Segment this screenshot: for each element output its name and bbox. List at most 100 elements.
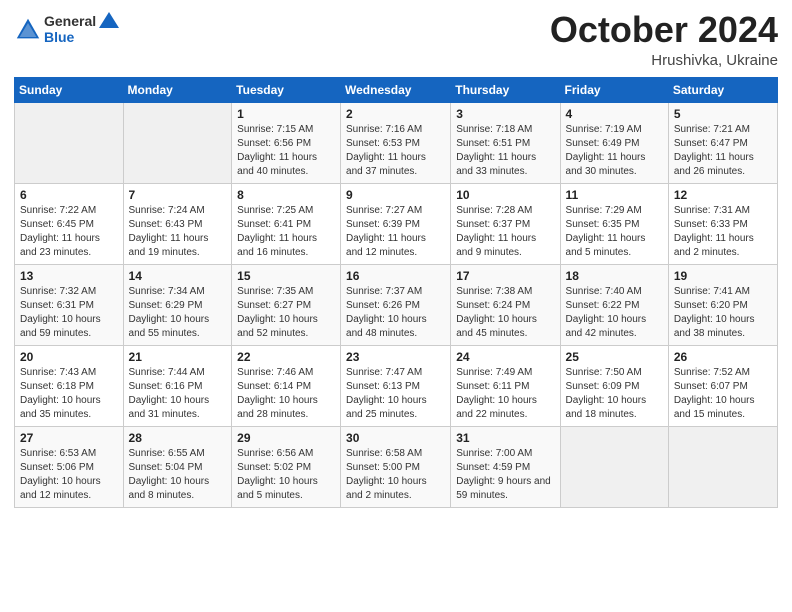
day-number: 24 [456, 350, 554, 364]
day-number: 11 [566, 188, 663, 202]
day-number: 23 [346, 350, 445, 364]
day-number: 15 [237, 269, 335, 283]
day-info: Sunrise: 7:16 AMSunset: 6:53 PMDaylight:… [346, 123, 445, 179]
day-number: 18 [566, 269, 663, 283]
day-info: Sunrise: 6:58 AMSunset: 5:00 PMDaylight:… [346, 447, 445, 503]
title-location: Hrushivka, Ukraine [550, 52, 778, 69]
day-info: Sunrise: 7:19 AMSunset: 6:49 PMDaylight:… [566, 123, 663, 179]
page: General Blue October 2024 Hrushivka, Ukr… [0, 0, 792, 612]
calendar-cell: 3 Sunrise: 7:18 AMSunset: 6:51 PMDaylight… [451, 102, 560, 183]
calendar-cell: 15 Sunrise: 7:35 AMSunset: 6:27 PMDayligh… [232, 264, 341, 345]
calendar-cell: 19Sunrise: 7:41 AMSunset: 6:20 PMDayligh… [668, 264, 777, 345]
col-thursday: Thursday [451, 77, 560, 102]
calendar-cell: 11 Sunrise: 7:29 AMSunset: 6:35 PMDayligh… [560, 183, 668, 264]
calendar-cell: 12Sunrise: 7:31 AMSunset: 6:33 PMDayligh… [668, 183, 777, 264]
col-tuesday: Tuesday [232, 77, 341, 102]
calendar: Sunday Monday Tuesday Wednesday Thursday… [14, 77, 778, 508]
calendar-cell [15, 102, 124, 183]
title-block: October 2024 Hrushivka, Ukraine [550, 10, 778, 69]
day-number: 1 [237, 107, 335, 121]
day-number: 25 [566, 350, 663, 364]
day-info: Sunrise: 7:18 AMSunset: 6:51 PMDaylight:… [456, 123, 554, 179]
day-info: Sunrise: 7:32 AMSunset: 6:31 PMDaylight:… [20, 285, 118, 341]
day-number: 26 [674, 350, 772, 364]
calendar-cell [123, 102, 232, 183]
day-number: 31 [456, 431, 554, 445]
day-number: 22 [237, 350, 335, 364]
day-number: 28 [129, 431, 227, 445]
week-row-2: 13 Sunrise: 7:32 AMSunset: 6:31 PMDayligh… [15, 264, 778, 345]
day-number: 3 [456, 107, 554, 121]
day-info: Sunrise: 7:24 AMSunset: 6:43 PMDaylight:… [129, 204, 227, 260]
calendar-cell: 9Sunrise: 7:27 AMSunset: 6:39 PMDaylight… [341, 183, 451, 264]
svg-text:Blue: Blue [44, 29, 75, 45]
calendar-cell: 10 Sunrise: 7:28 AMSunset: 6:37 PMDayligh… [451, 183, 560, 264]
day-number: 17 [456, 269, 554, 283]
day-number: 10 [456, 188, 554, 202]
day-number: 29 [237, 431, 335, 445]
day-number: 21 [129, 350, 227, 364]
calendar-cell: 31Sunrise: 7:00 AMSunset: 4:59 PMDayligh… [451, 426, 560, 507]
week-row-1: 6 Sunrise: 7:22 AMSunset: 6:45 PMDaylight… [15, 183, 778, 264]
day-number: 20 [20, 350, 118, 364]
day-info: Sunrise: 7:49 AMSunset: 6:11 PMDaylight:… [456, 366, 554, 422]
day-number: 7 [129, 188, 227, 202]
calendar-cell: 17 Sunrise: 7:38 AMSunset: 6:24 PMDayligh… [451, 264, 560, 345]
calendar-cell: 8 Sunrise: 7:25 AMSunset: 6:41 PMDaylight… [232, 183, 341, 264]
day-info: Sunrise: 7:31 AMSunset: 6:33 PMDaylight:… [674, 204, 772, 260]
calendar-cell: 27Sunrise: 6:53 AMSunset: 5:06 PMDayligh… [15, 426, 124, 507]
calendar-cell: 5Sunrise: 7:21 AMSunset: 6:47 PMDaylight… [668, 102, 777, 183]
calendar-cell: 30Sunrise: 6:58 AMSunset: 5:00 PMDayligh… [341, 426, 451, 507]
logo-svg: General Blue [44, 10, 124, 46]
day-number: 6 [20, 188, 118, 202]
calendar-cell [668, 426, 777, 507]
calendar-cell: 26Sunrise: 7:52 AMSunset: 6:07 PMDayligh… [668, 345, 777, 426]
logo-text: General Blue [44, 10, 124, 51]
calendar-cell: 20Sunrise: 7:43 AMSunset: 6:18 PMDayligh… [15, 345, 124, 426]
day-number: 4 [566, 107, 663, 121]
calendar-cell: 6 Sunrise: 7:22 AMSunset: 6:45 PMDaylight… [15, 183, 124, 264]
calendar-cell: 29 Sunrise: 6:56 AMSunset: 5:02 PMDayligh… [232, 426, 341, 507]
day-number: 27 [20, 431, 118, 445]
logo: General Blue [14, 10, 124, 51]
day-info: Sunrise: 7:28 AMSunset: 6:37 PMDaylight:… [456, 204, 554, 260]
calendar-cell: 2 Sunrise: 7:16 AMSunset: 6:53 PMDaylight… [341, 102, 451, 183]
calendar-cell: 13 Sunrise: 7:32 AMSunset: 6:31 PMDayligh… [15, 264, 124, 345]
calendar-cell: 24 Sunrise: 7:49 AMSunset: 6:11 PMDayligh… [451, 345, 560, 426]
calendar-cell: 21Sunrise: 7:44 AMSunset: 6:16 PMDayligh… [123, 345, 232, 426]
day-info: Sunrise: 7:21 AMSunset: 6:47 PMDaylight:… [674, 123, 772, 179]
day-info: Sunrise: 6:55 AMSunset: 5:04 PMDaylight:… [129, 447, 227, 503]
day-info: Sunrise: 7:29 AMSunset: 6:35 PMDaylight:… [566, 204, 663, 260]
calendar-cell: 22Sunrise: 7:46 AMSunset: 6:14 PMDayligh… [232, 345, 341, 426]
day-info: Sunrise: 7:22 AMSunset: 6:45 PMDaylight:… [20, 204, 118, 260]
calendar-cell: 28 Sunrise: 6:55 AMSunset: 5:04 PMDayligh… [123, 426, 232, 507]
day-info: Sunrise: 7:40 AMSunset: 6:22 PMDaylight:… [566, 285, 663, 341]
day-number: 13 [20, 269, 118, 283]
day-info: Sunrise: 7:35 AMSunset: 6:27 PMDaylight:… [237, 285, 335, 341]
svg-text:General: General [44, 13, 96, 29]
week-row-3: 20Sunrise: 7:43 AMSunset: 6:18 PMDayligh… [15, 345, 778, 426]
calendar-cell: 18 Sunrise: 7:40 AMSunset: 6:22 PMDayligh… [560, 264, 668, 345]
day-number: 14 [129, 269, 227, 283]
calendar-cell: 25 Sunrise: 7:50 AMSunset: 6:09 PMDayligh… [560, 345, 668, 426]
day-info: Sunrise: 7:25 AMSunset: 6:41 PMDaylight:… [237, 204, 335, 260]
day-number: 8 [237, 188, 335, 202]
calendar-cell: 16Sunrise: 7:37 AMSunset: 6:26 PMDayligh… [341, 264, 451, 345]
day-info: Sunrise: 7:50 AMSunset: 6:09 PMDaylight:… [566, 366, 663, 422]
col-wednesday: Wednesday [341, 77, 451, 102]
week-row-4: 27Sunrise: 6:53 AMSunset: 5:06 PMDayligh… [15, 426, 778, 507]
header-row: Sunday Monday Tuesday Wednesday Thursday… [15, 77, 778, 102]
col-monday: Monday [123, 77, 232, 102]
calendar-cell: 7 Sunrise: 7:24 AMSunset: 6:43 PMDaylight… [123, 183, 232, 264]
day-info: Sunrise: 7:38 AMSunset: 6:24 PMDaylight:… [456, 285, 554, 341]
calendar-cell: 14 Sunrise: 7:34 AMSunset: 6:29 PMDayligh… [123, 264, 232, 345]
day-number: 9 [346, 188, 445, 202]
day-info: Sunrise: 6:56 AMSunset: 5:02 PMDaylight:… [237, 447, 335, 503]
calendar-cell: 1Sunrise: 7:15 AMSunset: 6:56 PMDaylight… [232, 102, 341, 183]
day-number: 2 [346, 107, 445, 121]
calendar-cell: 23Sunrise: 7:47 AMSunset: 6:13 PMDayligh… [341, 345, 451, 426]
col-saturday: Saturday [668, 77, 777, 102]
day-info: Sunrise: 7:34 AMSunset: 6:29 PMDaylight:… [129, 285, 227, 341]
day-info: Sunrise: 7:41 AMSunset: 6:20 PMDaylight:… [674, 285, 772, 341]
calendar-cell: 4 Sunrise: 7:19 AMSunset: 6:49 PMDaylight… [560, 102, 668, 183]
